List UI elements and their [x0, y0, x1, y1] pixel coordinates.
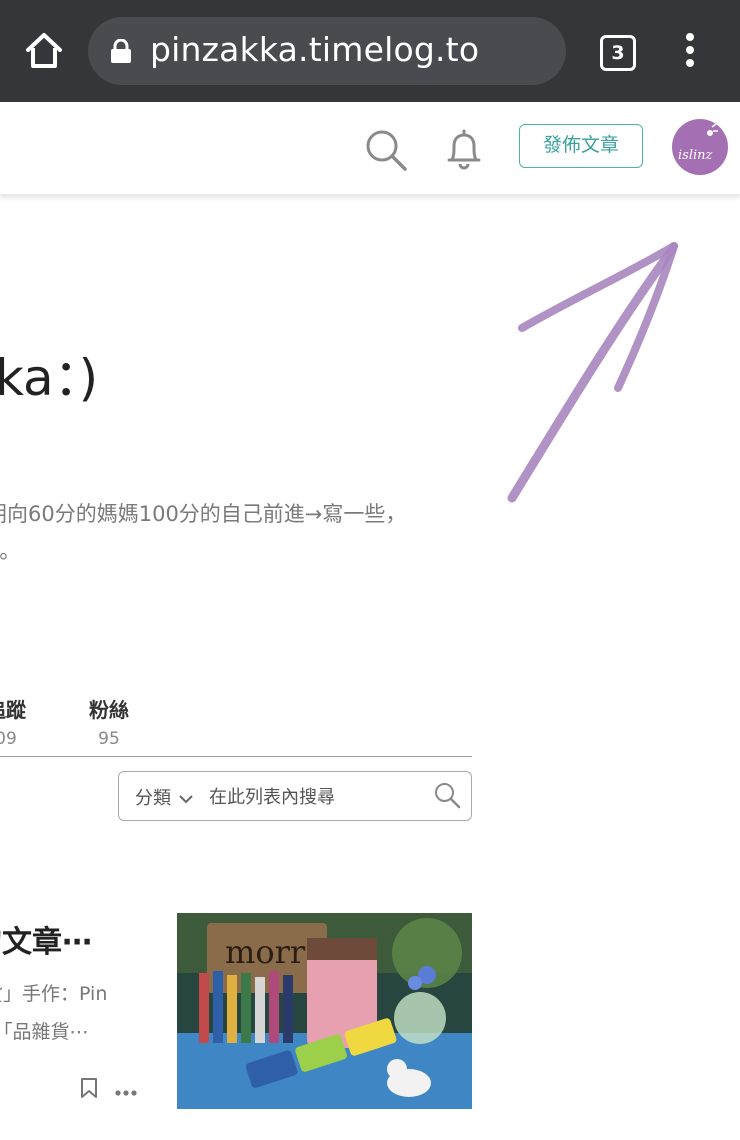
blog-description: 朝向60分的媽媽100分的自己前進→寫一些， 3。 — [0, 496, 740, 570]
thumb-sign-text: morr — [225, 933, 306, 971]
avatar[interactable]: islinz — [672, 119, 728, 175]
list-search-input[interactable] — [207, 781, 421, 813]
bell-icon[interactable] — [440, 126, 488, 174]
fans-count: 95 — [98, 729, 120, 749]
article-meta-line: 貨」手作：Pin — [0, 983, 108, 1005]
search-icon[interactable] — [362, 126, 410, 174]
publish-article-button[interactable]: 發佈文章 — [519, 124, 643, 168]
search-icon[interactable] — [433, 781, 461, 809]
blog-title: kka：) — [0, 349, 99, 407]
annotation-arrow — [500, 230, 700, 510]
bookmark-icon[interactable] — [80, 1077, 98, 1099]
article-card[interactable]: 的文章⋯ 貨」手作：Pin ・「品雜貨⋯ morr — [0, 905, 480, 1115]
chevron-down-icon[interactable] — [179, 789, 193, 804]
description-line: 朝向60分的媽媽100分的自己前進→寫一些， — [0, 502, 407, 526]
following-stat[interactable]: 追蹤 09 — [0, 694, 26, 749]
lock-icon — [110, 38, 132, 63]
site-header: 發佈文章 islinz — [0, 102, 740, 195]
browser-toolbar: pinzakka.timelog.to 3 — [0, 0, 740, 102]
list-filter-bar: 分類 — [118, 771, 472, 821]
more-dots-icon[interactable] — [114, 1083, 138, 1096]
article-thumbnail[interactable]: morr — [177, 913, 472, 1109]
address-bar[interactable]: pinzakka.timelog.to — [88, 17, 566, 85]
following-label: 追蹤 — [0, 698, 26, 722]
tab-switcher-button[interactable]: 3 — [600, 35, 636, 71]
category-dropdown[interactable]: 分類 — [135, 784, 171, 810]
fans-label: 粉絲 — [89, 698, 129, 722]
menu-dots-icon[interactable] — [684, 33, 696, 69]
home-icon[interactable] — [22, 28, 66, 72]
article-meta-line: ・「品雜貨⋯ — [0, 1021, 89, 1043]
avatar-text: islinz — [678, 148, 713, 163]
url-text: pinzakka.timelog.to — [150, 30, 480, 69]
article-meta: 貨」手作：Pin ・「品雜貨⋯ — [0, 975, 154, 1051]
article-title[interactable]: 的文章⋯ — [0, 917, 92, 961]
description-line: 3。 — [0, 539, 21, 563]
divider — [0, 756, 472, 757]
fans-stat[interactable]: 粉絲 95 — [89, 694, 129, 749]
following-count: 09 — [0, 729, 17, 749]
